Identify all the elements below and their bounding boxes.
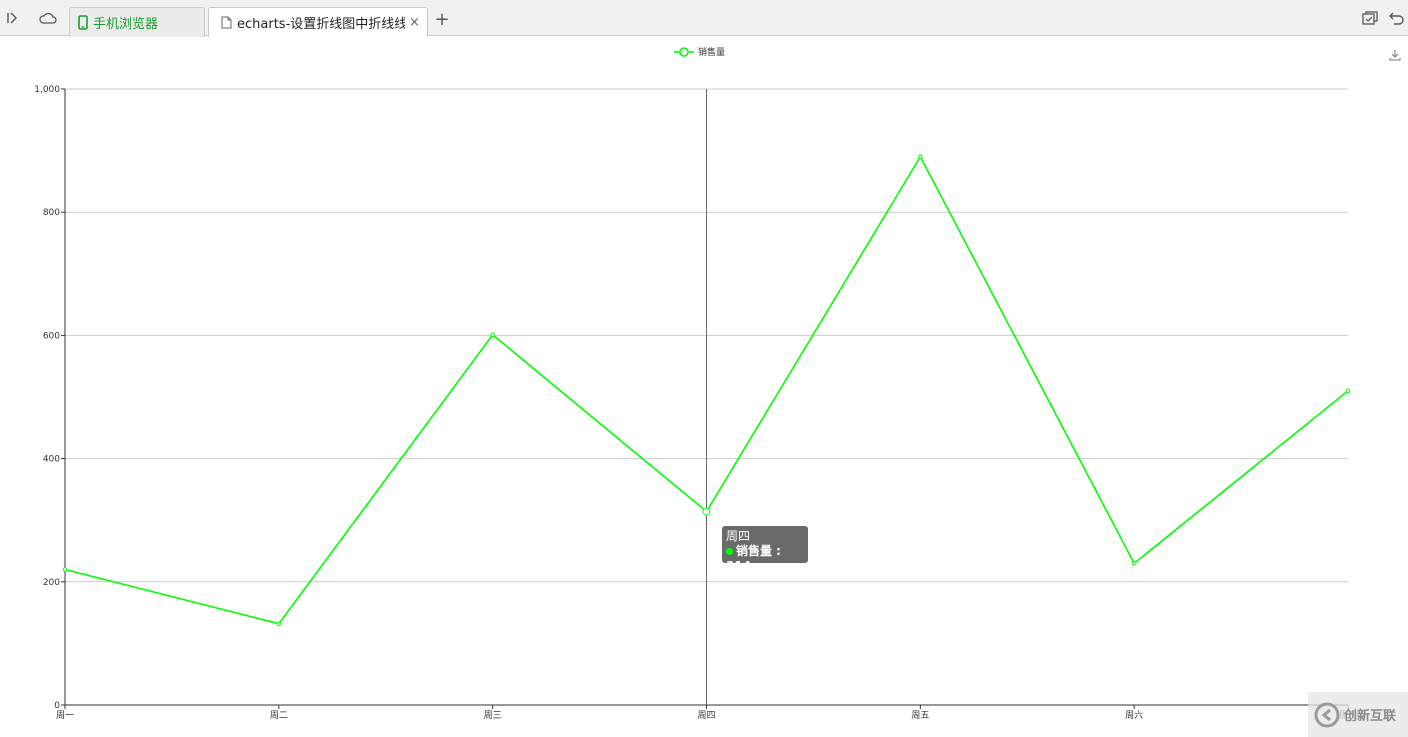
data-point: [1345, 388, 1351, 394]
tooltip-value: 销售量 : 314: [726, 544, 781, 573]
x-tick-label: 周一: [56, 710, 74, 721]
browser-tab-bar: 手机浏览器 echarts-设置折线图中折线线条 × +: [0, 0, 1408, 37]
close-tab-icon[interactable]: ×: [409, 15, 420, 30]
x-tick-label: 周六: [1125, 709, 1143, 721]
data-point: [918, 154, 923, 160]
tab-label: echarts-设置折线图中折线线条: [237, 17, 405, 32]
tooltip-series-dot: [726, 548, 733, 555]
undo-icon[interactable]: [1387, 8, 1407, 28]
y-tick-label: 400: [43, 455, 60, 465]
y-tick-label: 600: [43, 331, 60, 341]
legend-symbol: [679, 47, 689, 57]
legend-label: 销售量: [698, 46, 725, 58]
y-tick-label: 800: [43, 208, 60, 218]
new-tab-button[interactable]: +: [432, 10, 452, 30]
x-tick-label: 周四: [697, 710, 715, 721]
brand-logo-icon: [1314, 702, 1340, 727]
data-point: [276, 621, 282, 626]
x-tick-label: 周五: [911, 710, 929, 721]
data-point: [62, 567, 68, 572]
legend[interactable]: 销售量: [674, 46, 725, 58]
x-tick-label: 周三: [484, 710, 502, 721]
y-tick-label: 200: [43, 578, 60, 588]
download-icon[interactable]: [1389, 50, 1401, 61]
tab-label: 手机浏览器: [93, 17, 159, 32]
data-point: [490, 332, 495, 338]
tab-mobile-browser[interactable]: 手机浏览器: [69, 7, 205, 37]
x-tick-label: 周二: [270, 710, 288, 721]
tab-echarts[interactable]: echarts-设置折线图中折线线条 ×: [208, 7, 428, 37]
axis-layer: 02004006008001,000周一周二周三周四周五周六周日: [34, 85, 1357, 721]
sidebar-toggle-icon[interactable]: [2, 8, 22, 28]
cloud-icon[interactable]: [38, 8, 58, 28]
y-tick-label: 0: [54, 701, 60, 711]
phone-icon: [78, 15, 88, 30]
tab-manager-icon[interactable]: [1360, 8, 1380, 28]
watermark: 创新互联: [1308, 692, 1408, 737]
line-chart: 02004006008001,000周一周二周三周四周五周六周日 销售量: [34, 46, 1401, 721]
data-point: [1131, 561, 1137, 566]
tooltip-category: 周四: [726, 529, 751, 543]
page-icon: [221, 16, 232, 29]
y-tick-label: 1,000: [34, 85, 60, 95]
tooltip: 周四 销售量 : 314: [722, 526, 808, 573]
data-point: [702, 507, 711, 516]
watermark-text: 创新互联: [1344, 709, 1397, 724]
